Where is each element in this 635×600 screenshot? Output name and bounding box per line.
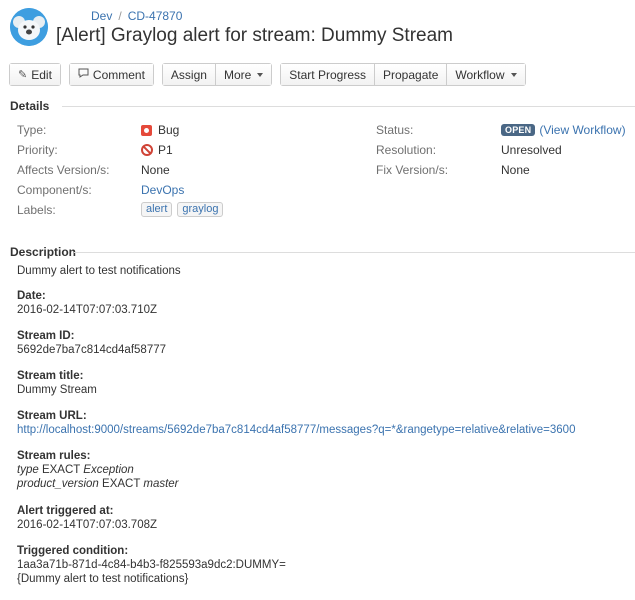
edit-button-label: Edit: [31, 67, 52, 82]
alert-triggered-value: 2016-02-14T07:07:03.708Z: [17, 519, 158, 531]
assign-button-label: Assign: [170, 67, 207, 82]
start-progress-label: Start Progress: [289, 67, 366, 82]
affects-version-value: None: [141, 163, 170, 177]
issue-header: Dev / CD-47870 [Alert] Graylog alert for s…: [0, 0, 635, 56]
type-value: Bug: [141, 123, 179, 137]
stream-rule-2: product_version EXACT master: [17, 478, 627, 490]
breadcrumb-separator: /: [118, 9, 122, 23]
description-body: Dummy alert to test notifications: [17, 265, 627, 277]
date-value: 2016-02-14T07:07:03.710Z: [17, 304, 158, 316]
edit-comment-group: ✎ Edit Comment Assign More Start Progress…: [9, 63, 526, 86]
propagate-label: Propagate: [383, 67, 439, 82]
status-label: Status:: [376, 123, 414, 137]
rule-value: master: [143, 478, 179, 490]
resolution-value: Unresolved: [501, 143, 562, 157]
rule-field: type: [17, 464, 39, 476]
labels-label: Labels:: [17, 203, 56, 217]
rule-field: product_version: [17, 478, 99, 490]
date-heading: Date:: [17, 290, 46, 302]
chevron-down-icon: [257, 72, 264, 77]
workflow-label: Workflow: [455, 67, 505, 82]
edit-button[interactable]: ✎ Edit: [10, 64, 60, 85]
view-workflow-link[interactable]: View Workflow: [543, 123, 621, 137]
stream-url-section: Stream URL: http://localhost:9000/stream…: [17, 410, 627, 436]
component-link[interactable]: DevOps: [141, 183, 184, 197]
rule-value: Exception: [83, 464, 134, 476]
comment-icon: [78, 68, 89, 81]
alert-triggered-heading: Alert triggered at:: [17, 505, 114, 517]
labels-list: alert graylog: [141, 202, 228, 217]
triggered-condition-heading: Triggered condition:: [17, 545, 129, 557]
divider: [62, 106, 635, 107]
priority-value-text: P1: [158, 143, 173, 157]
more-button-label: More: [223, 67, 252, 82]
description-heading-text: Description: [10, 245, 77, 259]
priority-label: Priority:: [17, 143, 58, 157]
label-tag[interactable]: graylog: [177, 202, 224, 217]
type-label: Type:: [17, 123, 47, 137]
date-section: Date: 2016-02-14T07:07:03.710Z: [17, 290, 627, 316]
comment-button[interactable]: Comment: [69, 64, 153, 85]
component-label: Component/s:: [17, 183, 92, 197]
triggered-condition-line-2: {Dummy alert to test notifications}: [17, 573, 189, 585]
triggered-condition-line-1: 1aa3a71b-871d-4c84-b4b3-f825593a9dc2:DUM…: [17, 559, 286, 571]
stream-id-section: Stream ID: 5692de7ba7c814cd4af58777: [17, 330, 627, 356]
bug-icon: [141, 124, 152, 136]
stream-url-link[interactable]: http://localhost:9000/streams/5692de7ba7…: [17, 424, 575, 436]
stream-title-section: Stream title: Dummy Stream: [17, 370, 627, 396]
workflow-dropdown-button[interactable]: Workflow: [447, 64, 525, 85]
status-value: OPEN(View Workflow): [501, 123, 626, 137]
divider: [74, 252, 635, 253]
affects-version-label: Affects Version/s:: [17, 163, 110, 177]
alert-triggered-section: Alert triggered at: 2016-02-14T07:07:03.…: [17, 505, 627, 531]
stream-rules-heading: Stream rules:: [17, 450, 91, 462]
more-dropdown-button[interactable]: More: [215, 64, 272, 85]
details-heading-text: Details: [10, 99, 50, 113]
type-value-text: Bug: [158, 123, 180, 137]
stream-rules-section: Stream rules: type EXACT Exception produ…: [17, 450, 627, 490]
label-tag[interactable]: alert: [141, 202, 173, 217]
fix-version-label: Fix Version/s:: [376, 163, 449, 177]
resolution-label: Resolution:: [376, 143, 437, 157]
blocker-priority-icon: [141, 144, 153, 156]
comment-button-label: Comment: [92, 67, 145, 82]
rule-operator: EXACT: [38, 464, 84, 476]
propagate-button[interactable]: Propagate: [375, 64, 448, 85]
project-avatar-icon[interactable]: [10, 8, 48, 46]
chevron-down-icon: [510, 72, 517, 77]
view-workflow-close-paren: ): [621, 123, 626, 137]
priority-value: P1: [141, 143, 173, 157]
breadcrumb: Dev / CD-47870: [91, 9, 182, 23]
breadcrumb-project-link[interactable]: Dev: [91, 9, 112, 23]
details-heading[interactable]: Details: [10, 99, 635, 113]
start-progress-button[interactable]: Start Progress: [281, 64, 375, 85]
issue-title: [Alert] Graylog alert for stream: Dummy …: [56, 25, 453, 46]
status-badge: OPEN: [501, 124, 536, 136]
breadcrumb-issue-key-link[interactable]: CD-47870: [128, 9, 183, 23]
stream-rule-1: type EXACT Exception: [17, 464, 627, 476]
stream-id-value: 5692de7ba7c814cd4af58777: [17, 344, 167, 356]
rule-operator: EXACT: [98, 478, 144, 490]
pencil-icon: ✎: [18, 69, 28, 81]
stream-title-value: Dummy Stream: [17, 384, 97, 396]
description-heading[interactable]: Description: [10, 245, 635, 259]
component-value: DevOps: [141, 183, 184, 197]
stream-url-heading: Stream URL:: [17, 410, 87, 422]
fix-version-value: None: [501, 163, 530, 177]
triggered-condition-section: Triggered condition: 1aa3a71b-871d-4c84-…: [17, 545, 627, 585]
stream-id-heading: Stream ID:: [17, 330, 75, 342]
description-intro: Dummy alert to test notifications: [17, 265, 181, 277]
stream-title-heading: Stream title:: [17, 370, 84, 382]
assign-button[interactable]: Assign: [162, 64, 216, 85]
